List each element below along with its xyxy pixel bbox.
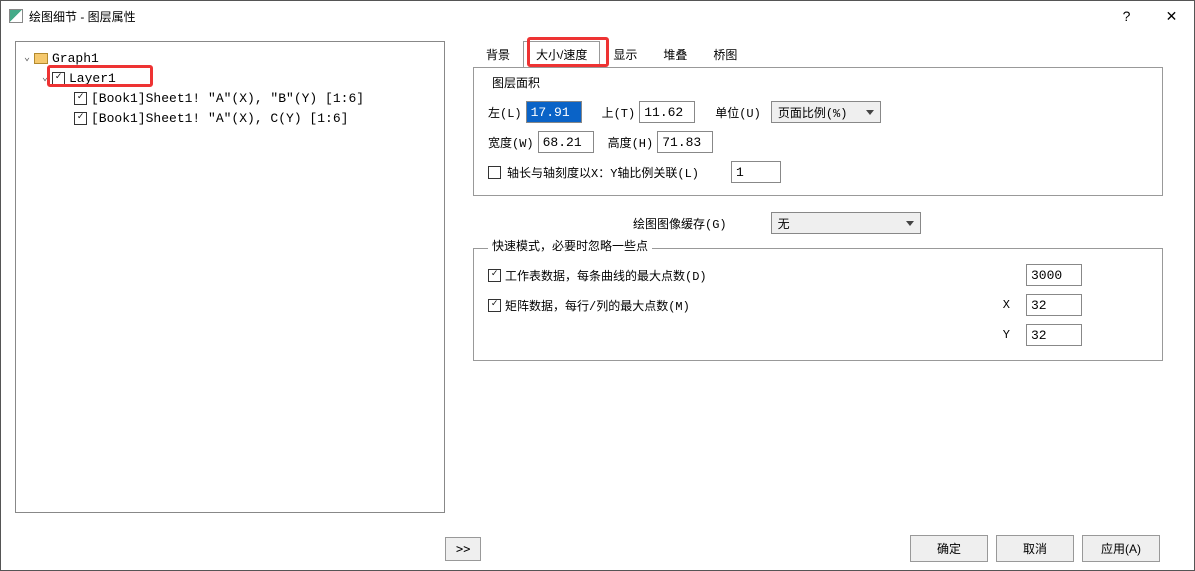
tab-size[interactable]: 大小/速度 [523, 41, 600, 68]
tab-bar: 背景 大小/速度 显示 堆叠 桥图 [473, 41, 1180, 67]
apply-button[interactable]: 应用(A) [1082, 535, 1160, 562]
window-title: 绘图细节 - 图层属性 [29, 8, 136, 25]
width-label: 宽度(W) [488, 134, 534, 151]
ok-button[interactable]: 确定 [910, 535, 988, 562]
tree-item[interactable]: [Book1]Sheet1! "A"(X), "B"(Y) [1:6] [20, 88, 440, 108]
tree-item-label: [Book1]Sheet1! "A"(X), C(Y) [1:6] [91, 111, 348, 126]
tree-layer-label: Layer1 [69, 71, 116, 86]
group-title: 图层面积 [488, 74, 544, 91]
unit-select[interactable]: 页面比例(%) [771, 101, 881, 123]
link-label: 轴长与轴刻度以X：Y轴比例关联(L) [507, 164, 699, 181]
mat-checkbox[interactable] [488, 299, 501, 312]
cancel-button[interactable]: 取消 [996, 535, 1074, 562]
tree-item-label: [Book1]Sheet1! "A"(X), "B"(Y) [1:6] [91, 91, 364, 106]
fast-mode-group: 快速模式，必要时忽略一些点 工作表数据，每条曲线的最大点数(D) 矩阵数据，每行… [473, 248, 1163, 361]
tree-layer[interactable]: ⌄ Layer1 [20, 68, 440, 88]
checkbox-icon[interactable] [52, 72, 65, 85]
expand-button[interactable]: >> [445, 537, 481, 561]
folder-icon [34, 53, 48, 64]
link-checkbox[interactable] [488, 166, 501, 179]
top-label: 上(T) [602, 104, 636, 121]
cache-value: 无 [778, 215, 790, 232]
x-input[interactable] [1026, 294, 1082, 316]
mat-label: 矩阵数据，每行/列的最大点数(M) [505, 297, 690, 314]
caret-down-icon[interactable]: ⌄ [38, 72, 52, 84]
cache-label: 绘图图像缓存(G) [633, 215, 727, 232]
left-label: 左(L) [488, 104, 522, 121]
x-label: X [1003, 298, 1010, 312]
wks-label: 工作表数据，每条曲线的最大点数(D) [505, 267, 707, 284]
layer-area-group: 图层面积 左(L) 上(T) 单位(U) 页面比例(%) 宽度(W) 高度(H) [473, 67, 1163, 196]
tab-stack[interactable]: 堆叠 [650, 41, 700, 68]
unit-label: 单位(U) [715, 104, 761, 121]
y-input[interactable] [1026, 324, 1082, 346]
close-button[interactable]: ✕ [1149, 1, 1194, 31]
help-button[interactable]: ? [1104, 1, 1149, 31]
checkbox-icon[interactable] [74, 92, 87, 105]
unit-value: 页面比例(%) [778, 104, 848, 121]
y-label: Y [1003, 328, 1010, 342]
titlebar: 绘图细节 - 图层属性 ? ✕ [1, 1, 1194, 31]
tree-item[interactable]: [Book1]Sheet1! "A"(X), C(Y) [1:6] [20, 108, 440, 128]
tree-panel: ⌄ Graph1 ⌄ Layer1 [Book1]Sheet1! "A"(X),… [15, 41, 445, 513]
height-input[interactable] [657, 131, 713, 153]
tree-root[interactable]: ⌄ Graph1 [20, 48, 440, 68]
checkbox-icon[interactable] [74, 112, 87, 125]
tree-root-label: Graph1 [52, 51, 99, 66]
tab-bridge[interactable]: 桥图 [700, 41, 750, 68]
height-label: 高度(H) [608, 134, 654, 151]
fast-title: 快速模式，必要时忽略一些点 [488, 237, 652, 254]
left-input[interactable] [526, 101, 582, 123]
cache-select[interactable]: 无 [771, 212, 921, 234]
dialog-buttons: >> 确定 取消 应用(A) [445, 535, 1180, 562]
app-icon [9, 9, 23, 23]
width-input[interactable] [538, 131, 594, 153]
caret-down-icon[interactable]: ⌄ [20, 52, 34, 64]
tab-bg[interactable]: 背景 [473, 41, 523, 68]
wks-input[interactable] [1026, 264, 1082, 286]
link-ratio-input[interactable] [731, 161, 781, 183]
tab-show[interactable]: 显示 [600, 41, 650, 68]
top-input[interactable] [639, 101, 695, 123]
wks-checkbox[interactable] [488, 269, 501, 282]
